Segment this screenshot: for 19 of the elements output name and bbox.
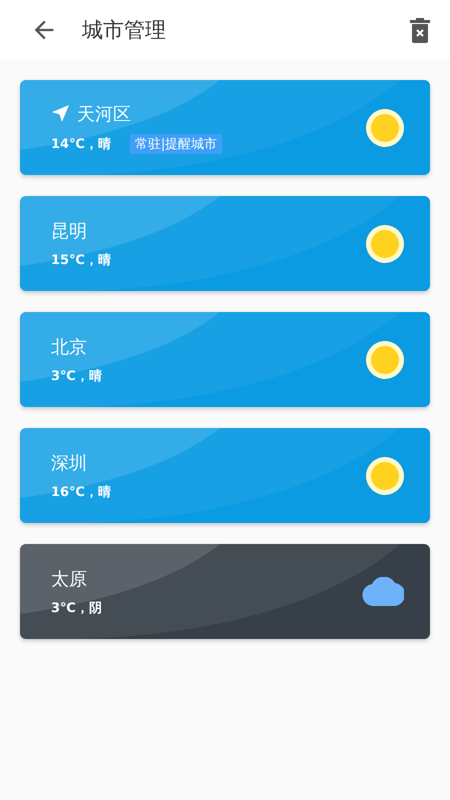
weather-summary: 3℃，阴 bbox=[51, 600, 102, 616]
city-name: 天河区 bbox=[77, 102, 131, 126]
weather-summary: 16℃，晴 bbox=[51, 484, 111, 500]
weather-summary: 15℃，晴 bbox=[51, 252, 111, 268]
city-card[interactable]: 北京 3℃，晴 bbox=[20, 312, 430, 407]
weather-summary: 3℃，晴 bbox=[51, 368, 102, 384]
city-name: 太原 bbox=[51, 568, 87, 590]
city-name: 昆明 bbox=[51, 220, 87, 242]
city-card[interactable]: 天河区 14℃，晴 常驻|提醒城市 bbox=[20, 80, 430, 175]
city-card[interactable]: 昆明 15℃，晴 bbox=[20, 196, 430, 291]
weather-summary: 14℃，晴 bbox=[51, 136, 111, 152]
city-card[interactable]: 太原 3℃，阴 bbox=[20, 544, 430, 639]
delete-button[interactable] bbox=[410, 18, 430, 42]
city-name: 北京 bbox=[51, 336, 87, 358]
city-name: 深圳 bbox=[51, 452, 87, 474]
page-title: 城市管理 bbox=[82, 17, 167, 44]
city-card[interactable]: 深圳 16℃，晴 bbox=[20, 428, 430, 523]
city-tag: 常驻|提醒城市 bbox=[130, 134, 222, 154]
trash-icon bbox=[410, 18, 430, 42]
